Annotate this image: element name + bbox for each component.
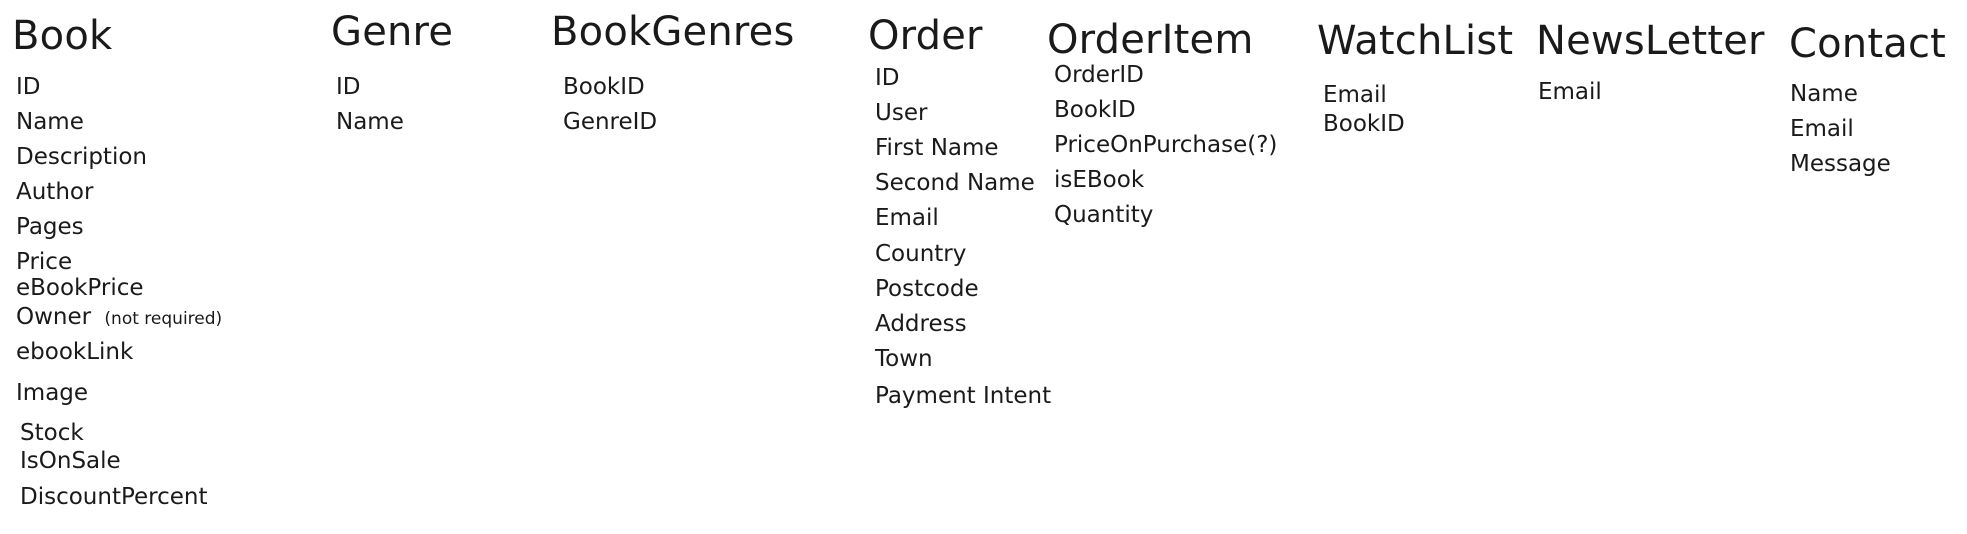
field-email: Email bbox=[1538, 79, 1602, 105]
entity-title: Contact bbox=[1789, 21, 1947, 67]
field-pages: Pages bbox=[16, 214, 84, 240]
entity-title: OrderItem bbox=[1047, 17, 1254, 63]
field-bookid: BookID bbox=[563, 74, 645, 100]
field-address: Address bbox=[875, 311, 967, 337]
field-email: Email bbox=[1323, 82, 1387, 108]
field-description: Description bbox=[16, 144, 147, 170]
field-email: Email bbox=[1790, 116, 1854, 142]
field-owner: Owner bbox=[16, 304, 92, 330]
field-owner-note: (not required) bbox=[104, 309, 223, 329]
entity-title: Book bbox=[12, 13, 113, 59]
field-orderid: OrderID bbox=[1054, 62, 1144, 88]
field-priceonpurchase: PriceOnPurchase(?) bbox=[1054, 132, 1278, 158]
entity-title: Genre bbox=[331, 9, 454, 55]
field-owner-row: Owner (not required) bbox=[16, 306, 222, 329]
field-bookid: BookID bbox=[1323, 111, 1405, 137]
field-payment-intent: Payment Intent bbox=[875, 383, 1052, 409]
field-postcode: Postcode bbox=[875, 276, 979, 302]
field-isonsale: IsOnSale bbox=[20, 448, 121, 474]
field-id: ID bbox=[16, 74, 41, 100]
field-second-name: Second Name bbox=[875, 170, 1035, 196]
field-name: Name bbox=[16, 109, 84, 135]
field-quantity: Quantity bbox=[1054, 202, 1154, 228]
field-genreid: GenreID bbox=[563, 109, 658, 135]
field-name: Name bbox=[1790, 81, 1858, 107]
field-ebookprice: eBookPrice bbox=[16, 275, 144, 301]
entity-title: BookGenres bbox=[551, 9, 795, 55]
field-town: Town bbox=[875, 346, 933, 372]
field-user: User bbox=[875, 100, 928, 126]
field-price: Price bbox=[16, 249, 73, 275]
field-first-name: First Name bbox=[875, 135, 999, 161]
entity-title: Order bbox=[868, 13, 983, 59]
field-stock: Stock bbox=[20, 420, 84, 446]
field-ebooklink: ebookLink bbox=[16, 339, 134, 365]
entity-title: WatchList bbox=[1317, 18, 1514, 64]
field-discountpercent: DiscountPercent bbox=[20, 484, 208, 510]
field-name: Name bbox=[336, 109, 404, 135]
field-author: Author bbox=[16, 179, 94, 205]
field-email: Email bbox=[875, 205, 939, 231]
entity-title: NewsLetter bbox=[1536, 18, 1765, 64]
field-message: Message bbox=[1790, 151, 1891, 177]
field-id: ID bbox=[875, 65, 900, 91]
field-country: Country bbox=[875, 241, 967, 267]
field-image: Image bbox=[16, 380, 89, 406]
field-bookid: BookID bbox=[1054, 97, 1136, 123]
field-isebook: isEBook bbox=[1054, 167, 1145, 193]
field-id: ID bbox=[336, 74, 361, 100]
